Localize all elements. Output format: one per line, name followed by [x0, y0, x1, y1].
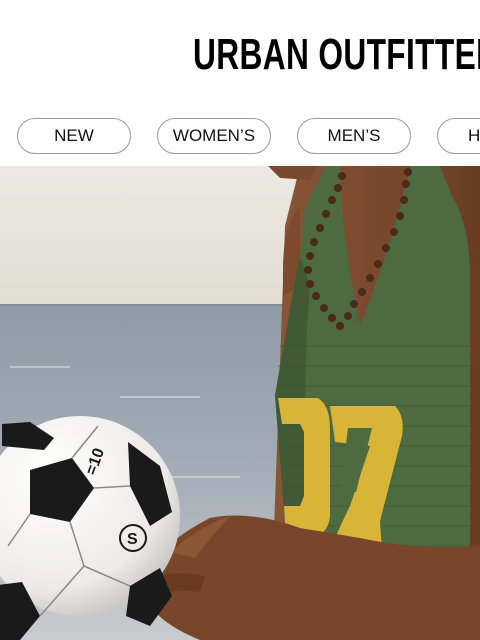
nav-pill-label: H [468, 126, 480, 145]
soccer-ball: S =10 [0, 416, 180, 640]
nav-pill-label: NEW [54, 126, 94, 145]
site-logo[interactable]: URBAN OUTFITTERS [193, 33, 480, 77]
site-header: URBAN OUTFITTERS NEW WOMEN’S MEN’S H [0, 0, 480, 166]
nav-pill-new[interactable]: NEW [17, 118, 131, 154]
nav-pill-mens[interactable]: MEN’S [297, 118, 411, 154]
nav-pill-label: WOMEN’S [172, 126, 256, 145]
ball-logo: S [127, 531, 138, 548]
nav-pill-label: MEN’S [327, 126, 381, 145]
nav-pill-womens[interactable]: WOMEN’S [157, 118, 271, 154]
hero-photo: S =10 [0, 166, 480, 640]
nav-pill-home[interactable]: H [437, 118, 480, 154]
hero-image[interactable]: S =10 [0, 166, 480, 640]
